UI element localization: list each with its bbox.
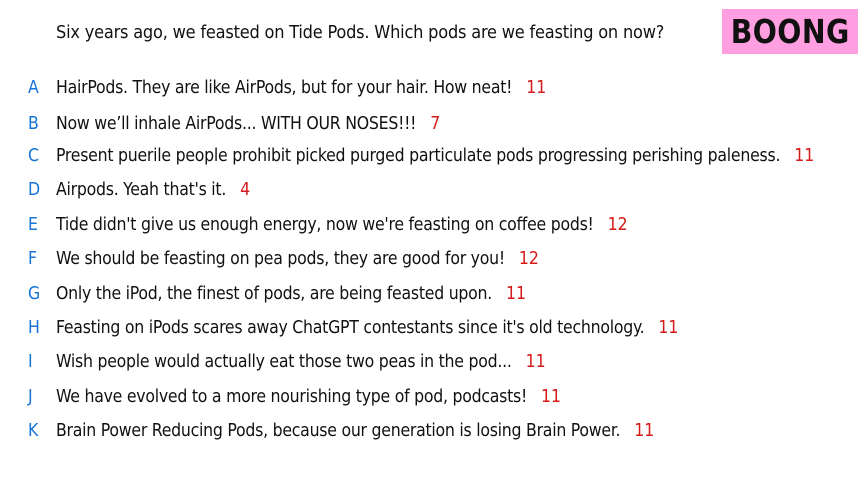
answer-score: 11 <box>658 318 679 338</box>
answer-score: 11 <box>506 284 527 304</box>
answer-text-line: Present puerile people prohibit picked p… <box>56 144 814 168</box>
answer-score: 12 <box>518 249 539 269</box>
answer-score: 4 <box>240 180 251 200</box>
answer-text-line: We have evolved to a more nourishing typ… <box>56 385 561 409</box>
answer-text: We have evolved to a more nourishing typ… <box>56 387 528 407</box>
answer-letter: B <box>28 114 39 134</box>
answer-text: Brain Power Reducing Pods, because our g… <box>56 421 621 441</box>
answer-text: HairPods. They are like AirPods, but for… <box>56 78 513 98</box>
answer-text-line: Tide didn't give us enough energy, now w… <box>56 213 628 237</box>
answer-score: 11 <box>525 352 546 372</box>
answer-score: 11 <box>634 421 655 441</box>
answer-text-line: We should be feasting on pea pods, they … <box>56 247 539 271</box>
answer-text: Tide didn't give us enough energy, now w… <box>56 215 594 235</box>
answer-text: We should be feasting on pea pods, they … <box>56 249 505 269</box>
answer-score: 11 <box>541 387 562 407</box>
answer-text: Wish people would actually eat those two… <box>56 352 512 372</box>
answer-text-line: Wish people would actually eat those two… <box>56 350 546 374</box>
answer-text: Feasting on iPods scares away ChatGPT co… <box>56 318 645 338</box>
answer-score: 11 <box>794 146 815 166</box>
answer-text: Only the iPod, the finest of pods, are b… <box>56 284 493 304</box>
answer-letter: H <box>28 318 40 338</box>
answer-text: Airpods. Yeah that's it. <box>56 180 227 200</box>
answer-letter: J <box>28 387 33 407</box>
answer-text-line: Only the iPod, the finest of pods, are b… <box>56 282 526 306</box>
answer-letter: A <box>28 78 39 98</box>
answer-text: Now we’ll inhale AirPods... WITH OUR NOS… <box>56 114 417 134</box>
answer-text-line: Feasting on iPods scares away ChatGPT co… <box>56 316 678 340</box>
answer-letter: I <box>28 352 33 372</box>
answer-letter: G <box>28 284 41 304</box>
answer-letter: C <box>28 146 39 166</box>
answer-letter: F <box>28 249 38 269</box>
answer-text-line: HairPods. They are like AirPods, but for… <box>56 76 546 100</box>
answer-letter: D <box>28 180 41 200</box>
answer-letter: K <box>28 421 39 441</box>
answer-text-line: Now we’ll inhale AirPods... WITH OUR NOS… <box>56 112 440 136</box>
answer-letter: E <box>28 215 38 235</box>
answer-score: 11 <box>526 78 547 98</box>
answer-text-line: Airpods. Yeah that's it. 4 <box>56 178 250 202</box>
answer-score: 7 <box>430 114 441 134</box>
answer-list: A HairPods. They are like AirPods, but f… <box>0 0 864 482</box>
answer-text: Present puerile people prohibit picked p… <box>56 146 781 166</box>
answer-text-line: Brain Power Reducing Pods, because our g… <box>56 419 654 443</box>
answer-score: 12 <box>607 215 628 235</box>
